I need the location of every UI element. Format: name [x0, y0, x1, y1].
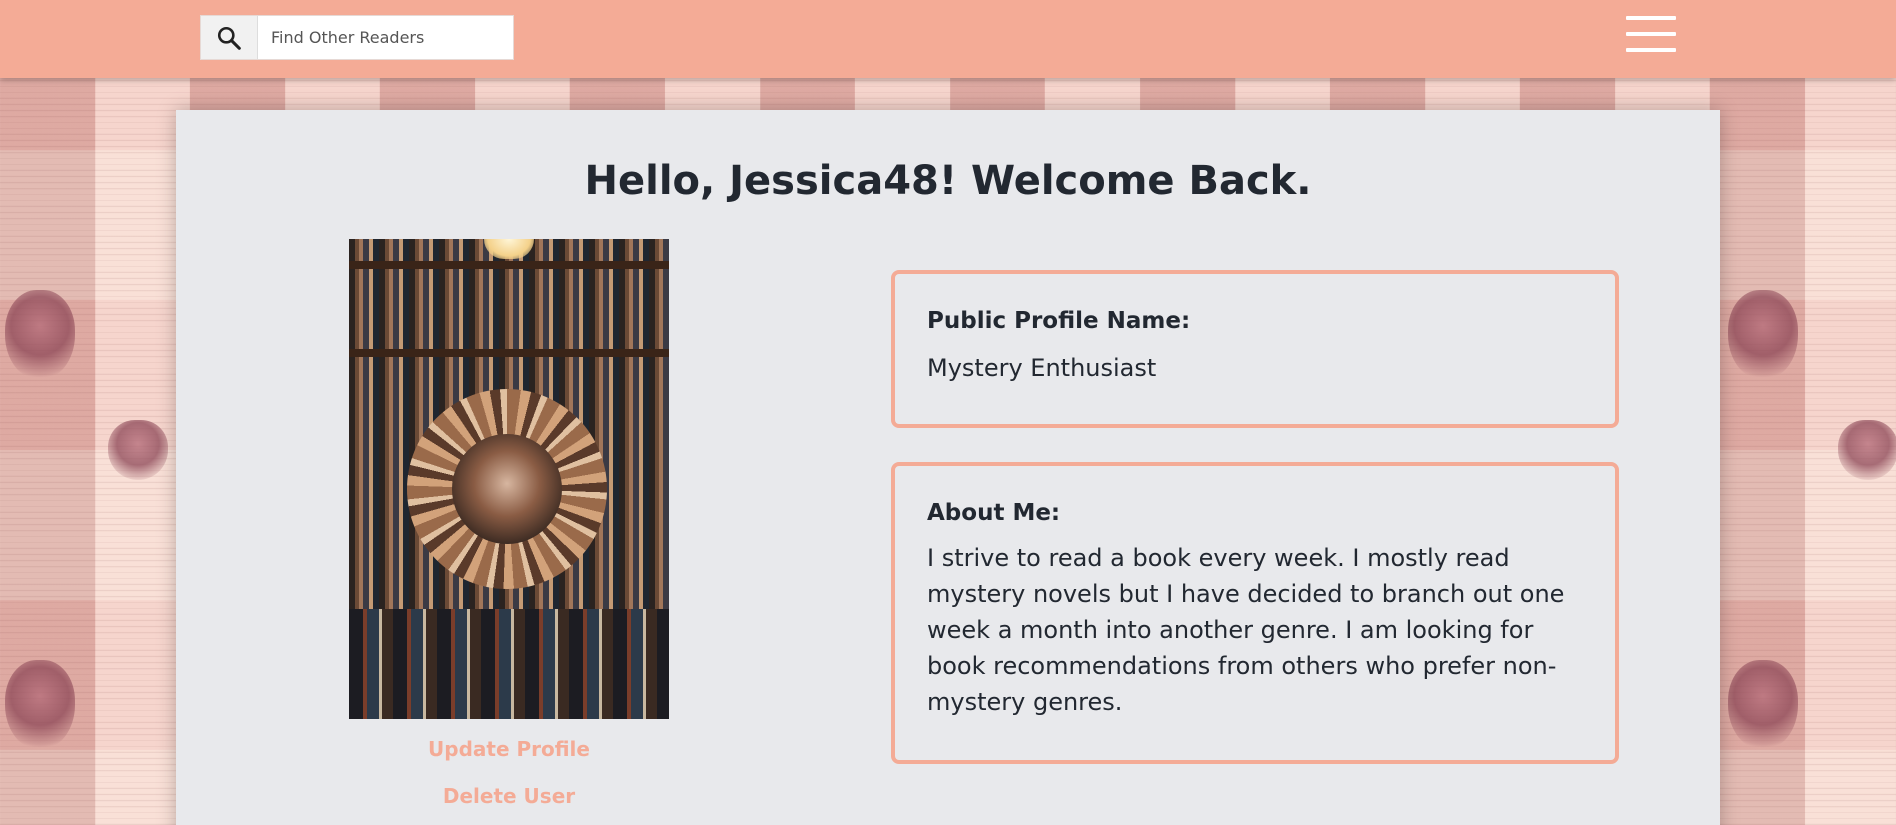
profile-card: Hello, Jessica48! Welcome Back. Update P… — [176, 110, 1720, 825]
background-ornament — [1838, 420, 1896, 480]
background-ornament — [5, 660, 75, 750]
public-profile-box: Public Profile Name: Mystery Enthusiast — [891, 270, 1619, 428]
background-ornament — [5, 290, 75, 380]
hamburger-menu-icon[interactable] — [1626, 16, 1676, 52]
about-me-box: About Me: I strive to read a book every … — [891, 462, 1619, 764]
shelf — [349, 349, 669, 357]
public-profile-label: Public Profile Name: — [927, 308, 1191, 334]
background-ornament — [108, 420, 168, 480]
reader-search — [200, 15, 514, 60]
top-navbar — [0, 0, 1896, 78]
background-ornament — [1728, 660, 1798, 750]
background-ornament — [1728, 290, 1798, 380]
search-input[interactable] — [258, 16, 513, 59]
update-profile-button[interactable]: Update Profile — [349, 737, 669, 761]
delete-user-button[interactable]: Delete User — [349, 784, 669, 808]
book-ring-center — [452, 434, 562, 544]
search-button[interactable] — [201, 16, 258, 59]
about-me-label: About Me: — [927, 500, 1061, 526]
menu-bar — [1626, 48, 1676, 52]
menu-bar — [1626, 32, 1676, 36]
bottom-shelf — [349, 609, 669, 719]
page-title: Hello, Jessica48! Welcome Back. — [584, 158, 1312, 204]
public-profile-value: Mystery Enthusiast — [927, 354, 1157, 382]
shelf — [349, 261, 669, 269]
search-icon — [217, 26, 241, 50]
ceiling-light — [484, 239, 534, 259]
profile-photo — [349, 239, 669, 719]
menu-bar — [1626, 16, 1676, 20]
about-me-text: I strive to read a book every week. I mo… — [927, 544, 1565, 716]
